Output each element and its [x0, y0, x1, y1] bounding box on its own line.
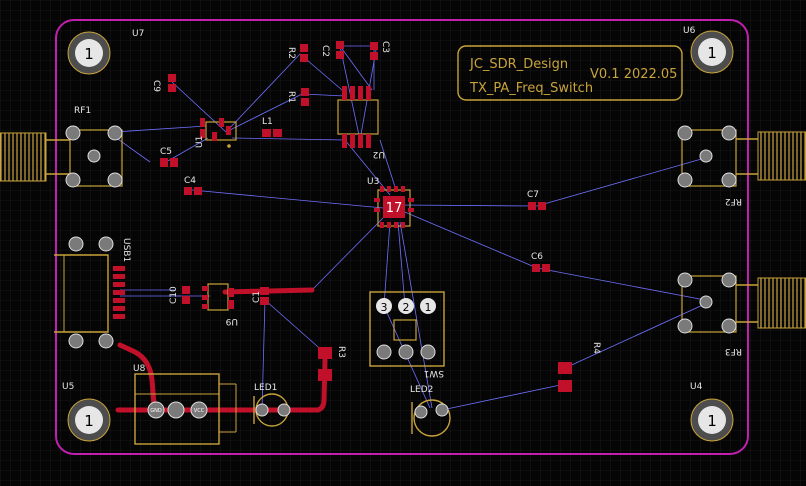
u3-pin-count: 17 [386, 201, 403, 216]
board-title: JC_SDR_Design [469, 57, 568, 72]
ref-u5: U5 [62, 382, 74, 392]
sw1-pin-1: 1 [425, 301, 432, 314]
ref-c10: C10 [169, 286, 179, 304]
mount-hole-u4-number: 1 [707, 412, 717, 430]
ref-r2: R2 [286, 47, 296, 59]
ref-l1: L1 [262, 117, 273, 127]
ref-c6: C6 [531, 252, 543, 262]
ref-r4: R4 [591, 342, 601, 354]
ref-c7: C7 [527, 190, 539, 200]
grid [0, 0, 806, 486]
ref-rf1: RF1 [74, 106, 91, 116]
board-version: V0.1 2022.05 [590, 67, 677, 82]
sw1-pin-2: 2 [403, 301, 410, 314]
ref-u9: U9 [225, 316, 238, 326]
ref-r3: R3 [336, 346, 346, 358]
u8-pad-gnd: GND [150, 408, 162, 414]
ref-c3: C3 [380, 41, 390, 53]
rf1-edge-coil [0, 133, 46, 181]
ref-led1: LED1 [254, 383, 277, 393]
ref-u3: U3 [367, 177, 379, 187]
ref-u2: U2 [373, 149, 385, 159]
ref-rf3: RF3 [725, 346, 742, 356]
ref-sw1: SW1 [424, 368, 444, 378]
ref-c1: C1 [252, 291, 262, 303]
rf2-edge-coil [758, 132, 806, 180]
ref-rf2: RF2 [725, 196, 742, 206]
u8-pad-vcc: VCC [194, 408, 205, 414]
ref-u8: U8 [133, 364, 146, 374]
pcb-canvas[interactable]: JC_SDR_Design TX_PA_Freq_Switch V0.1 202… [0, 0, 806, 486]
mount-hole-u5-number: 1 [84, 412, 94, 430]
board-subtitle: TX_PA_Freq_Switch [469, 81, 593, 96]
ref-u4: U4 [690, 382, 703, 392]
sw1-pin-3: 3 [381, 301, 388, 314]
ref-r1: R1 [286, 91, 296, 103]
ref-u1: U1 [195, 136, 205, 148]
ref-usb1: USB1 [121, 238, 131, 262]
ref-u6: U6 [683, 26, 696, 36]
ref-c5: C5 [160, 147, 172, 157]
ref-u7: U7 [132, 29, 144, 39]
mount-hole-u6-number: 1 [707, 44, 717, 62]
ref-c4: C4 [184, 176, 196, 186]
ref-c9: C9 [151, 80, 161, 92]
ref-c2: C2 [320, 45, 330, 57]
mount-hole-u7-number: 1 [84, 45, 94, 63]
rf3-edge-coil [758, 278, 806, 328]
ref-led2: LED2 [410, 385, 433, 395]
